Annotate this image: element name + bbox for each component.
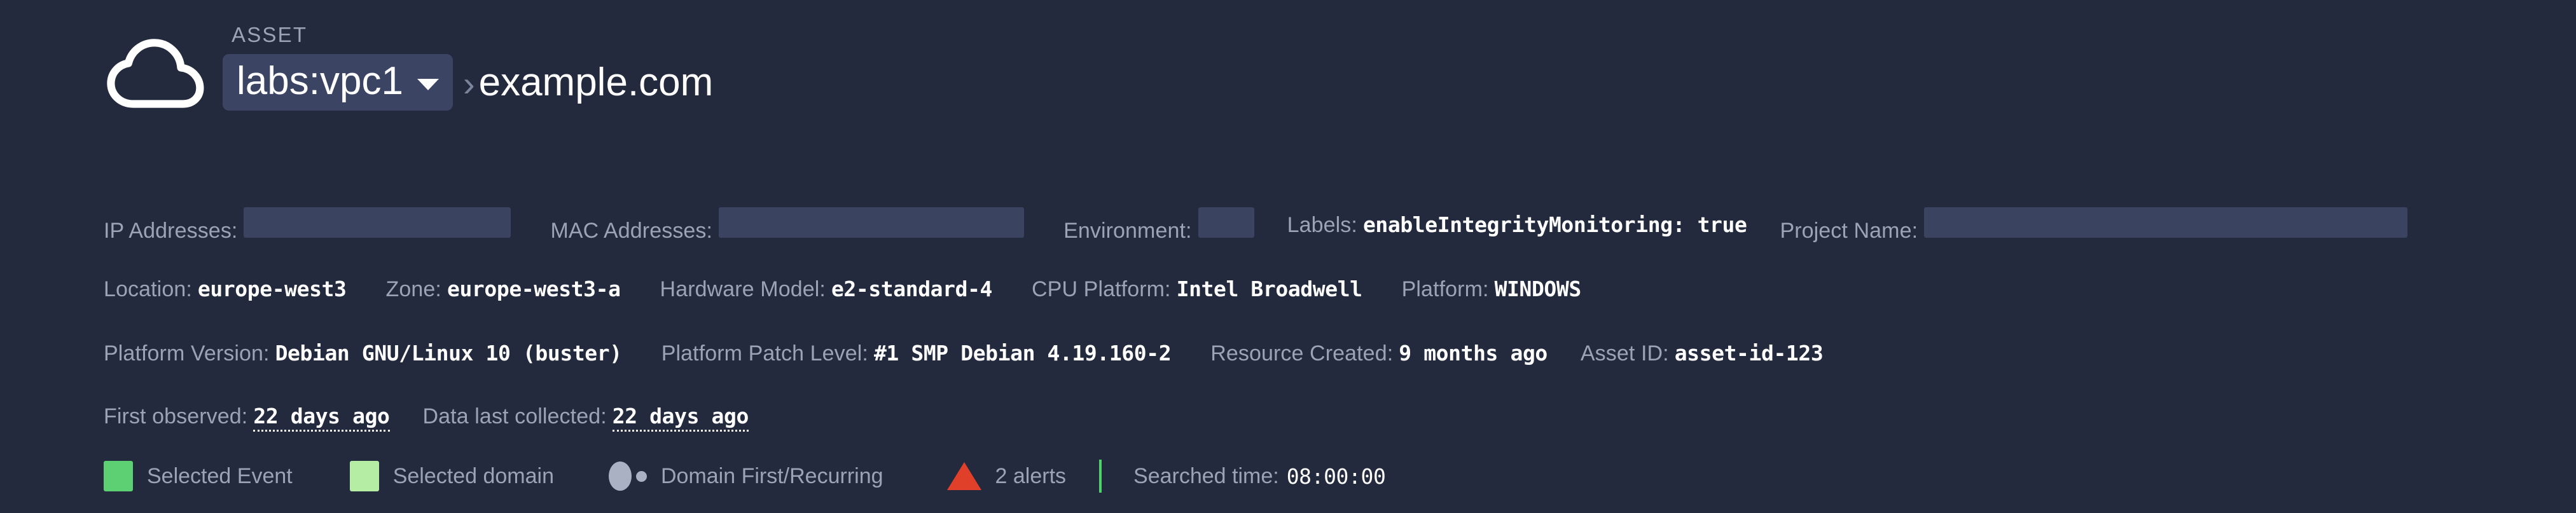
meta-value[interactable]: 22 days ago <box>612 404 749 432</box>
meta-labels: Labels: enableIntegrityMonitoring: true <box>1287 212 1747 238</box>
meta-mac-addresses: MAC Addresses: <box>550 207 1025 243</box>
meta-hardware-model: Hardware Model: e2-standard-4 <box>660 277 993 302</box>
meta-value: asset-id-123 <box>1674 341 1824 366</box>
metadata-row-2: Location: europe-west3 Zone: europe-west… <box>104 274 2572 304</box>
redacted-value <box>1198 207 1254 238</box>
meta-data-last-collected: Data last collected: 22 days ago <box>423 404 749 432</box>
meta-ip-addresses: IP Addresses: <box>104 207 511 243</box>
meta-label: Labels: <box>1287 213 1357 237</box>
selected-event-swatch <box>104 461 133 491</box>
meta-cpu-platform: CPU Platform: Intel Broadwell <box>1032 277 1362 302</box>
meta-resource-created: Resource Created: 9 months ago <box>1210 341 1548 366</box>
meta-zone: Zone: europe-west3-a <box>386 277 621 302</box>
meta-asset-id: Asset ID: asset-id-123 <box>1580 341 1824 366</box>
searched-time-value: 08:00:00 <box>1286 463 1386 489</box>
asset-detail-header-panel: ASSET labs:vpc1 › example.com IP Address… <box>0 0 2576 513</box>
meta-environment: Environment: <box>1063 207 1254 243</box>
meta-platform-version: Platform Version: Debian GNU/Linux 10 (b… <box>104 341 622 366</box>
meta-label: Platform Patch Level: <box>661 341 868 366</box>
meta-label: Environment: <box>1063 218 1192 243</box>
meta-platform: Platform: WINDOWS <box>1401 277 1582 302</box>
breadcrumb-domain[interactable]: example.com <box>479 62 714 103</box>
breadcrumb-separator-icon: › <box>462 63 475 104</box>
meta-value: #1 SMP Debian 4.19.160-2 <box>873 341 1172 366</box>
legend-selected-domain: Selected domain <box>349 461 554 491</box>
chevron-down-icon <box>417 78 439 90</box>
meta-value: WINDOWS <box>1494 277 1582 301</box>
legend-bar: Selected Event Selected domain Domain Fi… <box>104 460 1386 493</box>
meta-label: Data last collected: <box>422 404 607 428</box>
meta-label: Location: <box>104 277 192 301</box>
redacted-value <box>1924 207 2408 238</box>
meta-label: Resource Created: <box>1210 341 1394 366</box>
metadata-row-3: Platform Version: Debian GNU/Linux 10 (b… <box>104 338 2572 369</box>
metadata-row-4: First observed: 22 days ago Data last co… <box>104 402 2572 433</box>
meta-value: 9 months ago <box>1399 341 1548 366</box>
legend-domain-first-recurring: Domain First/Recurring <box>608 462 883 491</box>
legend-selected-event: Selected Event <box>104 461 293 491</box>
meta-project-name: Project Name: <box>1780 207 2408 243</box>
meta-label: MAC Addresses: <box>550 218 713 243</box>
large-dot-icon <box>608 462 632 491</box>
asset-selector-value: labs:vpc1 <box>237 59 403 103</box>
meta-value[interactable]: 22 days ago <box>253 404 390 432</box>
metadata-row-1: IP Addresses: MAC Addresses: Environment… <box>104 207 2572 243</box>
meta-label: Project Name: <box>1780 218 1918 243</box>
breadcrumb: labs:vpc1 › example.com <box>223 54 713 111</box>
meta-value: europe-west3-a <box>447 277 621 301</box>
legend-label: Selected Event <box>147 463 293 488</box>
asset-header-text: ASSET labs:vpc1 › example.com <box>223 24 713 111</box>
meta-value: enableIntegrityMonitoring: true <box>1362 212 1747 237</box>
selected-domain-swatch <box>349 461 379 491</box>
legend-label: 2 alerts <box>995 463 1067 488</box>
meta-first-observed: First observed: 22 days ago <box>104 404 390 432</box>
domain-marker-icon <box>608 462 647 491</box>
asset-kicker: ASSET <box>232 23 308 46</box>
meta-label: IP Addresses: <box>104 218 238 243</box>
meta-label: First observed: <box>104 404 248 428</box>
alert-triangle-icon <box>946 462 981 490</box>
meta-platform-patch-level: Platform Patch Level: #1 SMP Debian 4.19… <box>661 341 1172 366</box>
meta-value: Intel Broadwell <box>1176 277 1362 301</box>
legend-alerts[interactable]: 2 alerts <box>946 462 1067 490</box>
meta-label: Zone: <box>385 277 441 301</box>
asset-metadata: IP Addresses: MAC Addresses: Environment… <box>104 207 2572 433</box>
meta-label: Platform: <box>1401 277 1489 301</box>
meta-location: Location: europe-west3 <box>104 277 347 302</box>
cloud-icon <box>95 31 216 116</box>
redacted-value <box>244 207 511 238</box>
meta-value: europe-west3 <box>197 277 347 301</box>
legend-divider <box>1099 460 1102 493</box>
asset-selector-dropdown[interactable]: labs:vpc1 <box>223 54 453 111</box>
redacted-value <box>719 207 1025 238</box>
meta-label: Hardware Model: <box>660 277 826 301</box>
meta-label: CPU Platform: <box>1032 277 1171 301</box>
meta-value: Debian GNU/Linux 10 (buster) <box>275 341 623 366</box>
small-dot-icon <box>635 470 647 482</box>
legend-label: Domain First/Recurring <box>660 463 883 488</box>
meta-value: e2-standard-4 <box>831 277 993 301</box>
searched-time-label: Searched time: <box>1133 463 1279 488</box>
meta-label: Platform Version: <box>104 341 270 366</box>
legend-searched-time: Searched time: 08:00:00 <box>1133 463 1386 489</box>
asset-header: ASSET labs:vpc1 › example.com <box>95 24 713 116</box>
meta-label: Asset ID: <box>1580 341 1669 366</box>
legend-label: Selected domain <box>392 463 554 488</box>
